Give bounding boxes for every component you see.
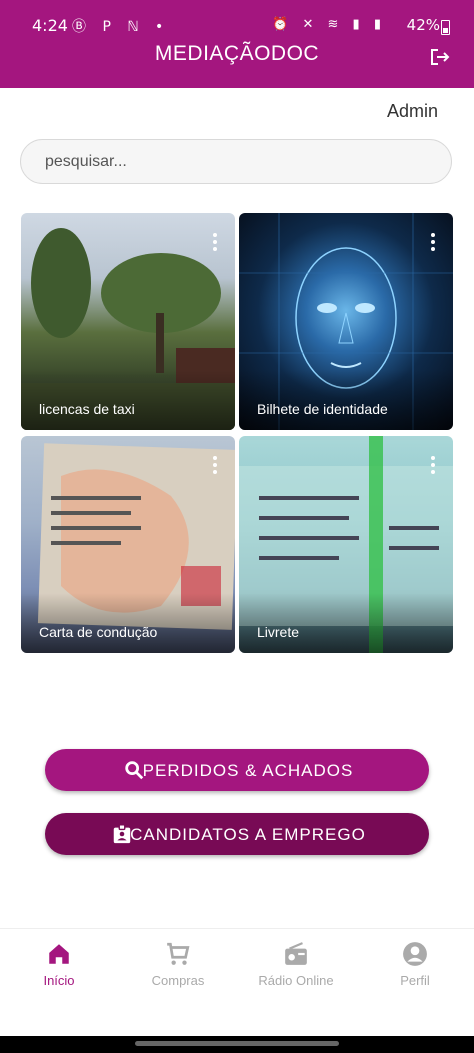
status-right-icons: ⏰ ✕ ≋ ▮ ▮ — [272, 17, 386, 32]
home-icon — [49, 944, 69, 964]
card-taxi-license[interactable]: licencas de taxi — [21, 213, 235, 430]
card-driving-license[interactable]: Carta de condução — [21, 436, 235, 653]
nav-item-radio[interactable]: Rádio Online — [237, 941, 355, 988]
status-time: 4:24 — [32, 16, 68, 35]
nav-label: Perfil — [400, 973, 430, 988]
system-navigation-bar — [0, 1036, 474, 1053]
card-shade — [21, 593, 235, 653]
cart-icon — [167, 942, 190, 965]
radio-icon — [285, 942, 307, 965]
more-vert-icon[interactable] — [213, 233, 217, 251]
logout-icon[interactable] — [428, 45, 452, 69]
more-vert-icon[interactable] — [213, 456, 217, 474]
battery-icon — [441, 20, 450, 35]
card-identity-card[interactable]: Bilhete de identidade — [239, 213, 453, 430]
card-label: Bilhete de identidade — [257, 401, 388, 417]
nav-item-profile[interactable]: Perfil — [356, 941, 474, 988]
card-label: Livrete — [257, 624, 300, 640]
bottom-navigation: Início Compras Rádio Online Perfil — [0, 928, 474, 1037]
app-bar: 4:24 Ⓑ P ℕ • ⏰ ✕ ≋ ▮ ▮ 42% MEDIAÇÃODOC — [0, 0, 474, 88]
card-label: Carta de condução — [39, 624, 158, 640]
status-left-icons: Ⓑ P ℕ • — [72, 19, 170, 35]
home-indicator[interactable] — [135, 1041, 339, 1046]
lost-and-found-label: PERDIDOS & ACHADOS — [142, 761, 354, 780]
nav-item-purchases[interactable]: Compras — [119, 941, 237, 988]
user-name: Admin — [386, 101, 438, 121]
more-vert-icon[interactable] — [431, 233, 435, 251]
status-bar: 4:24 Ⓑ P ℕ • ⏰ ✕ ≋ ▮ ▮ 42% — [0, 12, 474, 40]
more-vert-icon[interactable] — [431, 456, 435, 474]
nav-label: Início — [43, 973, 75, 988]
card-shade — [21, 370, 235, 430]
card-shade — [239, 593, 453, 653]
lost-and-found-button[interactable]: PERDIDOS & ACHADOS — [45, 749, 429, 791]
nav-label: Compras — [151, 973, 205, 988]
job-candidates-button[interactable]: CANDIDATOS A EMPREGO — [45, 813, 429, 855]
card-label: licencas de taxi — [39, 401, 135, 417]
battery-level: 42% — [406, 16, 440, 34]
job-candidates-label: CANDIDATOS A EMPREGO — [130, 825, 366, 844]
account-icon — [403, 942, 427, 966]
card-shade — [239, 370, 453, 430]
nav-label: Rádio Online — [258, 973, 334, 988]
card-vehicle-registration[interactable]: Livrete — [239, 436, 453, 653]
nav-item-home[interactable]: Início — [0, 941, 118, 988]
page-title: MEDIAÇÃODOC — [154, 42, 320, 65]
search-input[interactable] — [20, 139, 452, 184]
